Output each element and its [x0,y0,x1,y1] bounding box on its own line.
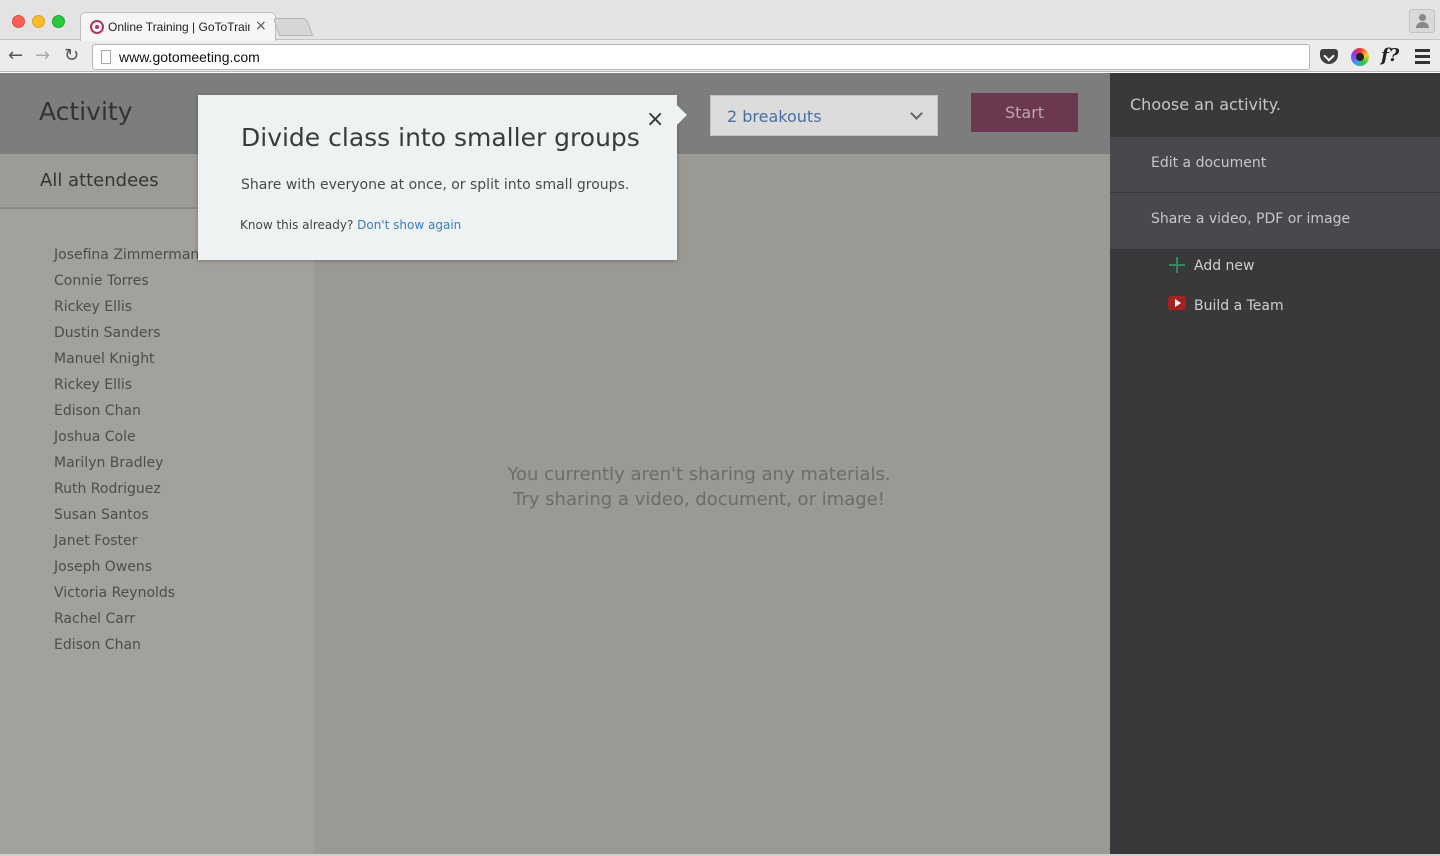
reload-icon[interactable]: ↻ [64,46,79,66]
hamburger-menu-icon[interactable] [1414,46,1436,68]
youtube-icon [1168,296,1186,310]
attendee-item[interactable]: Rickey Ellis [54,372,199,398]
attendee-item[interactable]: Janet Foster [54,528,199,554]
know-already-text: Know this already? [240,218,354,232]
url-text: www.gotomeeting.com [119,49,260,65]
page-title: Activity [39,97,133,126]
popover-title: Divide class into smaller groups [241,123,640,152]
dont-show-again-link[interactable]: Don't show again [357,218,461,232]
back-arrow-icon[interactable]: ← [8,46,23,66]
tab-title: Online Training | GoToTrain [108,20,250,34]
attendee-item[interactable]: Dustin Sanders [54,320,199,346]
chevron-down-icon [910,107,923,120]
start-button[interactable]: Start [971,93,1078,132]
browser-chrome: Online Training | GoToTrain × ← → ↻ www.… [0,0,1440,72]
address-bar[interactable]: www.gotomeeting.com [92,44,1310,70]
tab-close-icon[interactable]: × [255,18,267,34]
activity-panel: Choose an activity. Edit a document Shar… [1110,73,1440,856]
profile-icon[interactable] [1409,9,1435,33]
attendee-item[interactable]: Edison Chan [54,632,199,658]
empty-state-line-1: You currently aren't sharing any materia… [507,464,891,485]
attendee-item[interactable]: Rickey Ellis [54,294,199,320]
attendee-item[interactable]: Manuel Knight [54,346,199,372]
attendee-item[interactable]: Edison Chan [54,398,199,424]
choose-activity-heading: Choose an activity. [1130,95,1281,114]
zoom-window-button[interactable] [52,15,65,28]
page-icon [101,50,111,64]
browser-tab[interactable]: Online Training | GoToTrain × [80,12,276,41]
attendee-item[interactable]: Ruth Rodriguez [54,476,199,502]
empty-state-line-2: Try sharing a video, document, or image! [513,489,885,510]
add-new-label: Add new [1194,258,1255,274]
build-team-item[interactable]: Build a Team [1110,288,1440,324]
attendee-item[interactable]: Rachel Carr [54,606,199,632]
forward-arrow-icon[interactable]: → [35,46,50,66]
attendee-item[interactable]: Joshua Cole [54,424,199,450]
font-finder-icon[interactable]: f? [1381,46,1407,68]
popover-footer: Know this already? Don't show again [240,218,461,232]
attendee-item[interactable]: Marilyn Bradley [54,450,199,476]
close-window-button[interactable] [12,15,25,28]
share-media-item[interactable]: Share a video, PDF or image [1110,193,1440,249]
attendee-list: Josefina Zimmerman Connie Torres Rickey … [54,242,199,658]
plus-icon [1169,257,1185,273]
attendee-item[interactable]: Joseph Owens [54,554,199,580]
tab-bar: Online Training | GoToTrain × [0,0,1440,41]
share-media-label: Share a video, PDF or image [1151,211,1351,227]
breakout-tip-popover: × Divide class into smaller groups Share… [198,95,687,260]
attendee-item[interactable]: Connie Torres [54,268,199,294]
add-new-item[interactable]: Add new [1110,248,1440,284]
color-picker-icon[interactable] [1350,46,1372,68]
attendee-item[interactable]: Josefina Zimmerman [54,242,199,268]
minimize-window-button[interactable] [32,15,45,28]
gototraining-favicon-icon [90,20,104,34]
breakouts-select[interactable]: 2 breakouts [710,95,938,136]
breakouts-value: 2 breakouts [727,107,822,126]
empty-state-message: You currently aren't sharing any materia… [314,462,1084,512]
edit-document-label: Edit a document [1151,155,1267,171]
close-icon[interactable]: × [646,109,664,131]
attendee-item[interactable]: Victoria Reynolds [54,580,199,606]
popover-description: Share with everyone at once, or split in… [241,177,630,193]
build-team-label: Build a Team [1194,298,1284,314]
attendee-item[interactable]: Susan Santos [54,502,199,528]
edit-document-item[interactable]: Edit a document [1110,137,1440,192]
all-attendees-label: All attendees [40,170,159,191]
pocket-icon[interactable] [1319,46,1341,68]
new-tab-button[interactable] [272,18,314,36]
